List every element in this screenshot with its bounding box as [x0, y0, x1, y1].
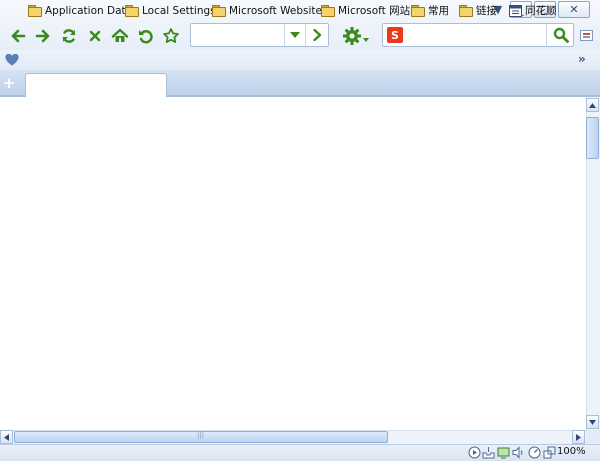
- address-dropdown-button[interactable]: [284, 24, 305, 46]
- scroll-down-button[interactable]: [586, 415, 599, 429]
- speaker-icon: [512, 446, 523, 459]
- scroll-up-button[interactable]: [586, 98, 599, 112]
- main-menu-button[interactable]: [580, 30, 593, 41]
- undo-close-button[interactable]: [136, 26, 156, 46]
- bookmark-item[interactable]: Microsoft 网站: [321, 3, 410, 18]
- stop-icon: [89, 30, 101, 42]
- favorites-heart-icon[interactable]: [5, 54, 19, 66]
- play-circle-icon: [468, 446, 481, 459]
- arrow-left-icon: [4, 433, 9, 441]
- tray-icon: [482, 447, 495, 459]
- home-icon: [111, 28, 129, 42]
- bookmarks-bar: [0, 50, 600, 70]
- close-button[interactable]: ✕: [558, 1, 590, 18]
- folder-icon: [125, 5, 139, 17]
- window-restore-icon: [543, 446, 556, 459]
- search-icon: [553, 27, 569, 43]
- accelerate-button[interactable]: [528, 446, 541, 459]
- vertical-scroll-thumb[interactable]: [586, 117, 599, 159]
- bookmark-item[interactable]: 链接: [459, 3, 497, 18]
- folder-icon: [212, 5, 226, 17]
- folder-icon: [459, 5, 473, 17]
- go-button[interactable]: [305, 24, 329, 46]
- search-engine-selector[interactable]: S: [387, 27, 403, 43]
- bookmark-item[interactable]: Microsoft Websites: [212, 3, 327, 18]
- bookmark-label: Microsoft 网站: [338, 5, 411, 17]
- back-icon: [11, 29, 26, 43]
- arrow-down-icon: [589, 419, 596, 425]
- bookmark-label: Local Settings: [142, 4, 216, 17]
- download-button[interactable]: [482, 446, 495, 459]
- scrollbar-corner: [586, 430, 600, 444]
- forward-icon: [35, 29, 50, 43]
- folder-icon: [411, 5, 425, 17]
- undo-close-icon: [139, 30, 153, 44]
- address-input[interactable]: [194, 26, 286, 46]
- scroll-left-button[interactable]: [0, 430, 13, 444]
- address-bar: [190, 23, 329, 47]
- bookmark-item[interactable]: Local Settings: [125, 3, 216, 18]
- bookmark-label: 常用: [428, 5, 449, 17]
- volume-button[interactable]: [512, 446, 525, 459]
- page-content: [0, 97, 586, 430]
- chevron-right-icon: [313, 29, 322, 41]
- back-button[interactable]: [8, 26, 28, 46]
- screenshot-button[interactable]: [497, 446, 510, 459]
- fullscreen-button[interactable]: [543, 446, 556, 459]
- arrow-up-icon: [589, 102, 596, 108]
- search-bar: S: [382, 23, 574, 47]
- scroll-right-button[interactable]: [572, 430, 585, 444]
- status-bar: [0, 444, 600, 461]
- horizontal-scroll-thumb[interactable]: [14, 431, 388, 443]
- new-tab-button[interactable]: +: [2, 76, 16, 91]
- tools-menu-button[interactable]: [342, 25, 370, 47]
- bookmark-label: 同花顺: [525, 5, 557, 17]
- bookmark-item[interactable]: 常用: [411, 3, 449, 18]
- calendar-icon: [509, 4, 522, 17]
- arrow-right-icon: [576, 433, 581, 441]
- media-play-button[interactable]: [468, 446, 481, 459]
- favorite-button[interactable]: [161, 26, 181, 46]
- folder-icon: [28, 5, 42, 17]
- search-button[interactable]: [546, 24, 574, 46]
- zoom-level[interactable]: 100%: [557, 446, 586, 457]
- gear-icon: [343, 27, 361, 45]
- search-input[interactable]: [409, 26, 531, 46]
- bookmark-label: 链接: [476, 5, 497, 17]
- bookmarks-overflow-button[interactable]: »: [578, 52, 586, 66]
- favorite-star-icon: [163, 28, 179, 43]
- chevron-down-icon: [290, 32, 300, 38]
- refresh-icon: [62, 29, 76, 43]
- gauge-icon: [528, 446, 541, 459]
- bookmark-label: Microsoft Websites: [229, 4, 328, 17]
- stop-button[interactable]: [85, 26, 105, 46]
- bookmark-item[interactable]: 同花顺: [509, 3, 557, 18]
- home-button[interactable]: [110, 26, 130, 46]
- refresh-button[interactable]: [59, 26, 79, 46]
- bookmark-item[interactable]: Application Data: [28, 3, 132, 18]
- forward-button[interactable]: [33, 26, 53, 46]
- bookmark-label: Application Data: [45, 4, 133, 17]
- folder-icon: [321, 5, 335, 17]
- tab-active[interactable]: [25, 73, 167, 97]
- caret-down-icon: [363, 38, 369, 42]
- monitor-icon: [497, 447, 510, 459]
